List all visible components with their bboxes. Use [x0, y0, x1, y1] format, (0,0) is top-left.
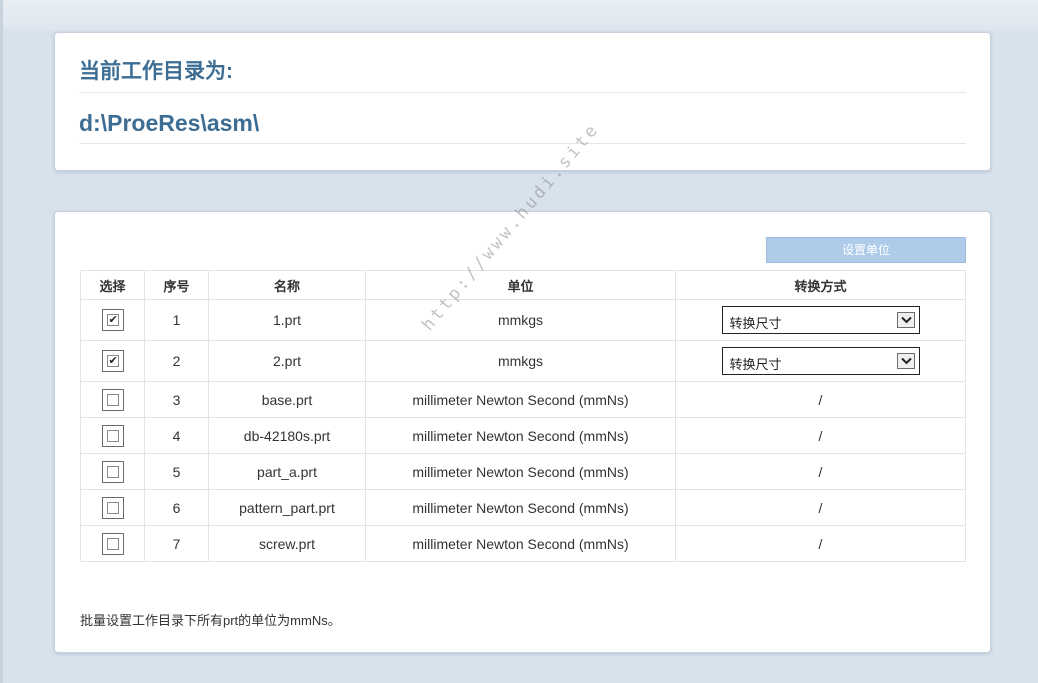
name-cell: screw.prt	[208, 525, 366, 562]
index-cell: 1	[144, 299, 209, 341]
select-cell	[80, 489, 145, 526]
top-band	[0, 0, 1038, 30]
convert-cell: /	[675, 417, 966, 454]
convert-cell: 转换尺寸	[675, 299, 966, 341]
col-header-select: 选择	[80, 270, 145, 300]
table-row: ✔ 2 2.prt mmkgs 转换尺寸	[80, 340, 966, 382]
index-cell: 5	[144, 453, 209, 490]
name-cell: base.prt	[208, 381, 366, 418]
select-cell	[80, 381, 145, 418]
convert-cell: /	[675, 525, 966, 562]
table-row: 6 pattern_part.prt millimeter Newton Sec…	[80, 489, 966, 526]
index-cell: 6	[144, 489, 209, 526]
checkbox-box	[106, 465, 119, 478]
checkbox-box	[106, 501, 119, 514]
table-row: 4 db-42180s.prt millimeter Newton Second…	[80, 417, 966, 454]
name-cell: 1.prt	[208, 299, 366, 341]
index-cell: 3	[144, 381, 209, 418]
col-header-unit: 单位	[365, 270, 676, 300]
row-checkbox[interactable]: ✔	[101, 309, 124, 331]
checkmark-icon: ✔	[108, 355, 118, 367]
chevron-down-icon[interactable]	[896, 353, 915, 369]
row-checkbox[interactable]	[101, 460, 124, 483]
unit-cell: millimeter Newton Second (mmNs)	[365, 489, 676, 526]
table-header-row: 选择 序号 名称 单位 转换方式	[80, 270, 966, 300]
convert-cell: /	[675, 381, 966, 418]
convert-method-value: 转换尺寸	[729, 357, 782, 372]
working-directory-panel: 当前工作目录为: d:\ProeRes\asm\	[54, 32, 991, 171]
select-cell	[80, 525, 145, 562]
select-cell: ✔	[80, 340, 145, 382]
left-edge	[0, 0, 3, 683]
unit-cell: millimeter Newton Second (mmNs)	[365, 525, 676, 562]
footer-note: 批量设置工作目录下所有prt的单位为mmNs。	[80, 613, 341, 628]
row-checkbox[interactable]	[101, 496, 124, 519]
checkbox-box	[106, 393, 119, 406]
convert-cell: /	[675, 489, 966, 526]
checkbox-box: ✔	[106, 355, 119, 367]
select-cell	[80, 453, 145, 490]
col-header-convert: 转换方式	[675, 270, 966, 300]
checkbox-box	[106, 429, 119, 442]
convert-method-value: 转换尺寸	[729, 316, 782, 331]
select-cell: ✔	[80, 299, 145, 341]
unit-cell: millimeter Newton Second (mmNs)	[365, 381, 676, 418]
convert-method-select[interactable]: 转换尺寸	[721, 347, 920, 375]
unit-cell: millimeter Newton Second (mmNs)	[365, 417, 676, 454]
convert-cell: 转换尺寸	[675, 340, 966, 382]
table-row: 7 screw.prt millimeter Newton Second (mm…	[80, 525, 966, 562]
row-checkbox[interactable]	[101, 532, 124, 555]
row-checkbox[interactable]	[101, 424, 124, 447]
set-unit-button[interactable]: 设置单位	[766, 237, 966, 263]
table-row: ✔ 1 1.prt mmkgs 转换尺寸	[80, 299, 966, 341]
convert-method-select[interactable]: 转换尺寸	[721, 306, 920, 334]
convert-cell: /	[675, 453, 966, 490]
row-checkbox[interactable]: ✔	[101, 350, 124, 372]
checkbox-box	[106, 537, 119, 550]
chevron-down-icon[interactable]	[896, 312, 915, 328]
index-cell: 2	[144, 340, 209, 382]
col-header-index: 序号	[144, 270, 209, 300]
select-cell	[80, 417, 145, 454]
col-header-name: 名称	[208, 270, 366, 300]
unit-cell: millimeter Newton Second (mmNs)	[365, 453, 676, 490]
unit-cell: mmkgs	[365, 299, 676, 341]
unit-cell: mmkgs	[365, 340, 676, 382]
unit-settings-panel: 设置单位 选择 序号 名称 单位 转换方式 ✔ 1 1.prt mmkgs 转换…	[54, 211, 991, 653]
directory-path: d:\ProeRes\asm\	[79, 105, 966, 144]
directory-label: 当前工作目录为:	[79, 53, 966, 93]
row-checkbox[interactable]	[101, 388, 124, 411]
parts-table: 选择 序号 名称 单位 转换方式 ✔ 1 1.prt mmkgs 转换尺寸 ✔ …	[80, 270, 966, 562]
name-cell: part_a.prt	[208, 453, 366, 490]
name-cell: db-42180s.prt	[208, 417, 366, 454]
index-cell: 4	[144, 417, 209, 454]
checkmark-icon: ✔	[108, 314, 118, 326]
table-row: 5 part_a.prt millimeter Newton Second (m…	[80, 453, 966, 490]
checkbox-box: ✔	[106, 314, 119, 326]
name-cell: pattern_part.prt	[208, 489, 366, 526]
name-cell: 2.prt	[208, 340, 366, 382]
table-row: 3 base.prt millimeter Newton Second (mmN…	[80, 381, 966, 418]
index-cell: 7	[144, 525, 209, 562]
